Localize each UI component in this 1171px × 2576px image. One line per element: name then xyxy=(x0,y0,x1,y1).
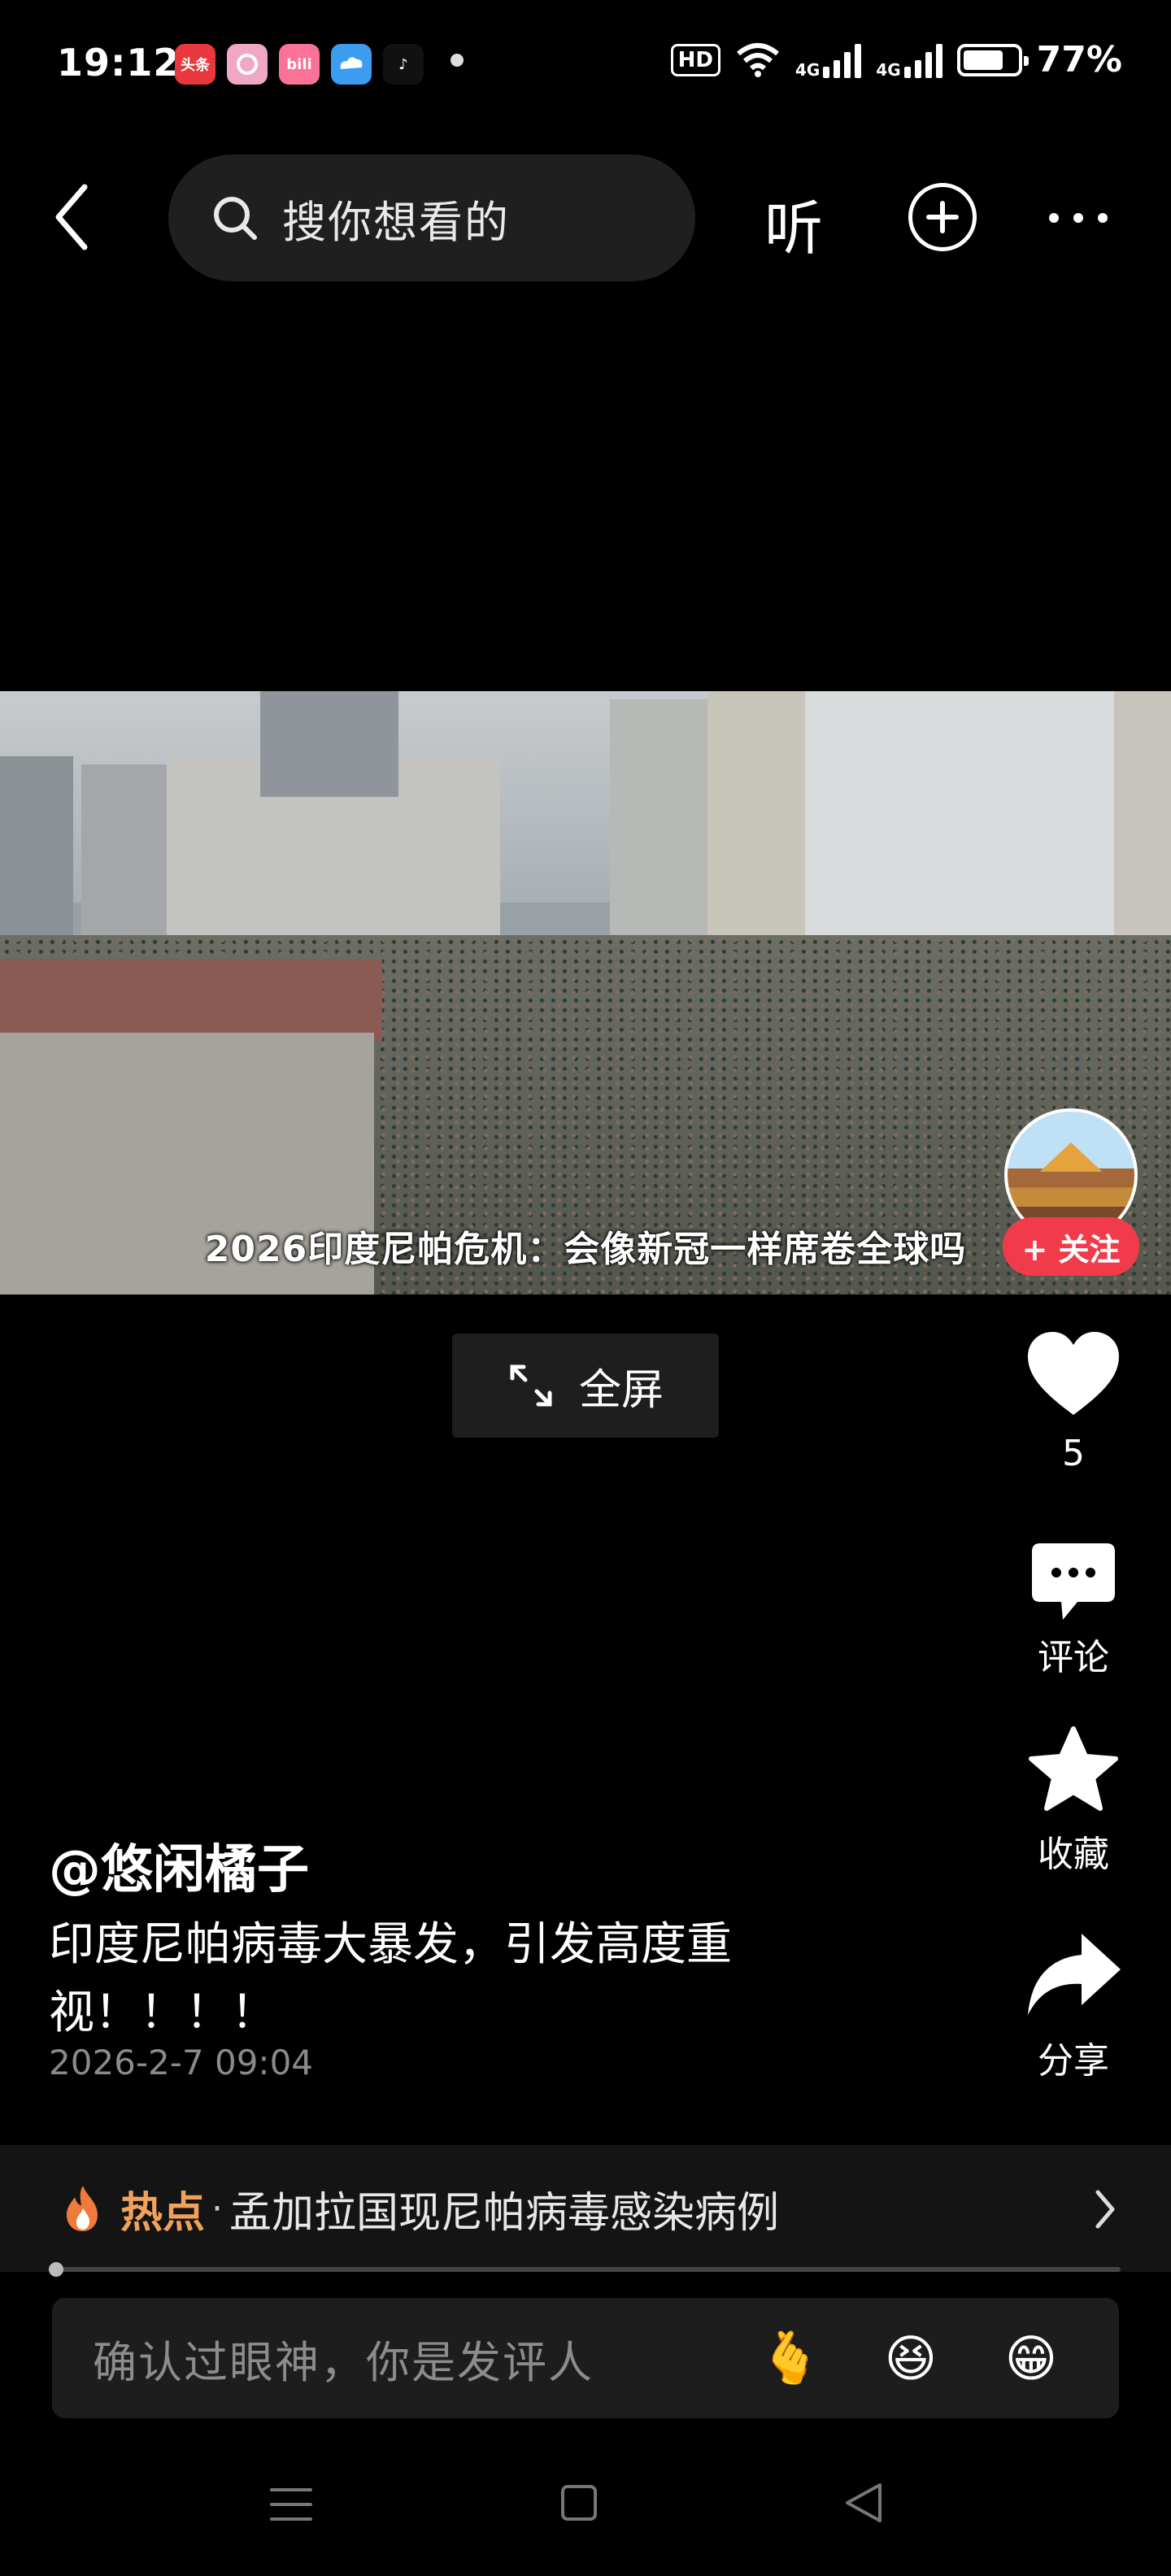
hd-badge: HD xyxy=(670,43,720,76)
nav-back-button[interactable] xyxy=(841,2480,886,2529)
more-dot-icon xyxy=(1073,213,1083,223)
building xyxy=(260,691,398,797)
comment-button[interactable]: 评论 xyxy=(1008,1542,1138,1680)
like-count: 5 xyxy=(1062,1433,1085,1474)
search-bar[interactable]: 搜你想看的 xyxy=(168,154,695,281)
menu-icon xyxy=(270,2488,312,2521)
battery-percent: 77% xyxy=(1036,39,1122,80)
finger-heart-emoji-icon[interactable]: 🫰 xyxy=(758,2326,823,2391)
search-icon xyxy=(214,197,257,240)
back-button[interactable] xyxy=(49,181,98,254)
video-subtitle: 2026印度尼帕危机：会像新冠一样席卷全球吗 xyxy=(204,1229,967,1270)
comment-label: 评论 xyxy=(1038,1637,1109,1678)
network-type-2: 4G xyxy=(876,59,901,80)
toutiao-app-icon: 头条 xyxy=(175,44,215,85)
share-arrow-icon xyxy=(1028,1934,1121,2015)
progress-knob[interactable] xyxy=(49,2262,63,2277)
comment-placeholder: 确认过眼神，你是发评人 xyxy=(93,2336,594,2388)
avatar-pagoda-roof xyxy=(1039,1142,1103,1172)
share-button[interactable]: 分享 xyxy=(1008,1930,1138,2083)
heart-icon xyxy=(1028,1332,1119,1415)
network-type-1: 4G xyxy=(794,59,821,80)
photos-app-icon xyxy=(227,44,268,85)
hot-topic-bar[interactable]: 热点 · 孟加拉国现尼帕病毒感染病例 xyxy=(0,2145,1171,2272)
author-name[interactable]: @悠闲橘子 xyxy=(49,1828,309,1903)
search-placeholder: 搜你想看的 xyxy=(282,196,510,248)
add-button[interactable] xyxy=(908,183,977,251)
signal-1: 4G xyxy=(794,42,862,80)
post-description: 印度尼帕病毒大暴发，引发高度重视！！！！ xyxy=(49,1918,732,2039)
nav-home-button[interactable] xyxy=(561,2485,597,2521)
more-dot-icon xyxy=(1098,213,1108,223)
back-arrow-icon xyxy=(55,184,88,250)
status-time: 19:12 xyxy=(57,41,181,85)
expand-icon xyxy=(510,1364,552,1407)
fullscreen-button[interactable]: 全屏 xyxy=(452,1334,719,1438)
hot-tag: 热点 xyxy=(120,2188,206,2238)
wifi-icon xyxy=(737,42,779,77)
star-icon xyxy=(1029,1726,1118,1811)
hot-separator: · xyxy=(211,2187,224,2230)
listen-button[interactable]: 听 xyxy=(764,181,823,266)
laughing-emoji-icon[interactable]: 😆 xyxy=(878,2326,943,2391)
favorite-button[interactable]: 收藏 xyxy=(1008,1725,1138,1877)
battery-icon xyxy=(956,43,1029,76)
signal-bars-2-icon xyxy=(903,42,942,78)
post-date: 2026-2-7 09:04 xyxy=(49,2043,314,2082)
video-progress-bar[interactable] xyxy=(49,2262,1121,2277)
cloud-app-icon xyxy=(331,44,372,85)
favorite-label: 收藏 xyxy=(1038,1834,1109,1875)
notification-app-icons: 头条 bili ♪ xyxy=(175,44,424,85)
comment-bubble-icon xyxy=(1032,1543,1115,1620)
tiktok-app-icon: ♪ xyxy=(383,44,424,85)
fire-icon xyxy=(67,2186,98,2231)
building xyxy=(610,699,707,951)
comment-input[interactable]: 确认过眼神，你是发评人 🫰 😆 😁 xyxy=(52,2298,1119,2418)
video-player[interactable]: 2026印度尼帕危机：会像新冠一样席卷全球吗 xyxy=(0,691,1171,1295)
signal-2: 4G xyxy=(876,42,942,78)
nav-recents-button[interactable] xyxy=(270,2487,312,2526)
bilibili-app-icon: bili xyxy=(279,44,320,85)
building xyxy=(0,756,73,951)
fullscreen-label: 全屏 xyxy=(578,1365,664,1415)
more-options-button[interactable] xyxy=(1049,213,1108,223)
follow-button[interactable]: + 关注 xyxy=(1003,1217,1139,1276)
more-notifications-dot-icon xyxy=(451,54,464,67)
plus-icon xyxy=(926,201,959,233)
chevron-right-icon xyxy=(1095,2190,1115,2229)
more-dot-icon xyxy=(1049,213,1059,223)
share-label: 分享 xyxy=(1038,2040,1109,2082)
hot-topic-text: 孟加拉国现尼帕病毒感染病例 xyxy=(229,2188,780,2238)
building xyxy=(0,959,382,1041)
triangle-back-icon xyxy=(846,2483,882,2522)
like-button[interactable]: 5 xyxy=(1008,1330,1138,1474)
signal-bars-1-icon xyxy=(823,42,862,78)
grinning-emoji-icon[interactable]: 😁 xyxy=(999,2326,1064,2391)
status-right-group: HD 4G 4G 77% xyxy=(670,39,1122,80)
